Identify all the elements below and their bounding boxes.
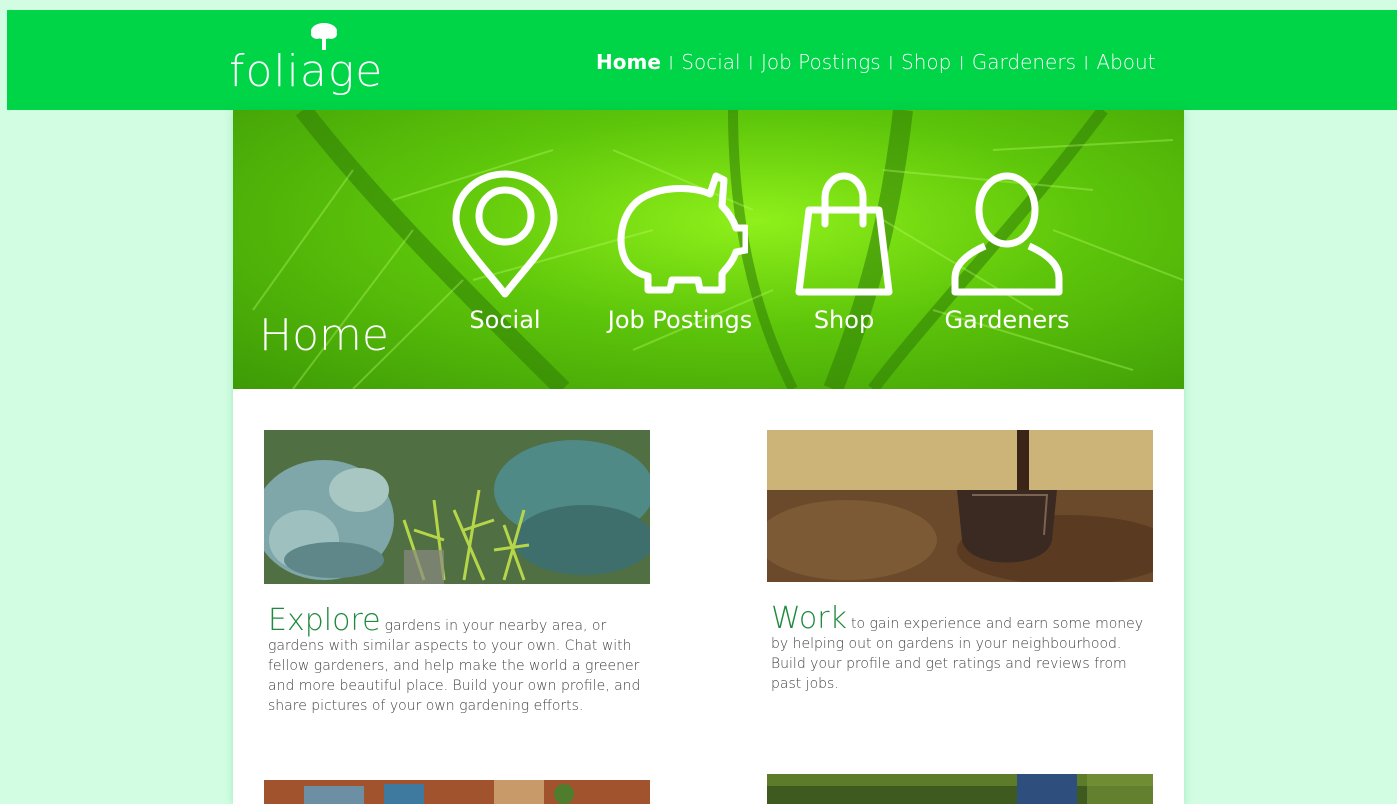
logo-text: foliage xyxy=(229,46,384,97)
nav-about[interactable]: About xyxy=(1096,50,1155,74)
nav-job-postings[interactable]: Job Postings xyxy=(761,50,881,74)
hero-banner: Home Social Job Postings Shop Gardeners xyxy=(233,110,1184,389)
main-nav: Home | Social | Job Postings | Shop | Ga… xyxy=(596,50,1156,74)
shop-preview-image xyxy=(264,780,650,804)
nav-separator: | xyxy=(1084,54,1089,70)
person-icon xyxy=(951,172,1063,296)
hero-label: Shop xyxy=(813,306,875,334)
hero-link-shop[interactable]: Shop xyxy=(769,170,919,334)
hero-label: Social xyxy=(469,306,541,334)
work-card-text: Work to gain experience and earn some mon… xyxy=(771,604,1151,694)
nav-separator: | xyxy=(888,54,894,70)
nav-home[interactable]: Home xyxy=(596,50,661,74)
nav-shop[interactable]: Shop xyxy=(901,50,951,74)
logo[interactable]: foliage xyxy=(229,22,383,98)
succulents-image xyxy=(264,430,650,584)
nav-social[interactable]: Social xyxy=(681,50,740,74)
main-content: Home Social Job Postings Shop Gardeners … xyxy=(233,110,1184,804)
shopping-bag-icon xyxy=(795,172,893,296)
hero-title: Home xyxy=(259,310,389,361)
hero-label: Gardeners xyxy=(944,306,1070,334)
hero-label: Job Postings xyxy=(607,306,753,334)
nav-separator: | xyxy=(668,54,674,70)
nav-gardeners[interactable]: Gardeners xyxy=(972,50,1076,74)
nav-separator: | xyxy=(959,54,964,70)
hero-link-job-postings[interactable]: Job Postings xyxy=(605,170,755,334)
hero-link-social[interactable]: Social xyxy=(430,170,580,334)
explore-card-text: Explore gardens in your nearby area, or g… xyxy=(268,606,648,716)
explore-heading: Explore xyxy=(268,603,381,638)
tree-icon xyxy=(311,23,337,50)
piggy-bank-icon xyxy=(617,172,748,294)
gardener-preview-image xyxy=(767,774,1153,804)
work-heading: Work xyxy=(771,601,847,636)
map-pin-icon xyxy=(452,170,558,298)
nav-separator: | xyxy=(748,54,753,70)
hero-link-gardeners[interactable]: Gardeners xyxy=(932,170,1082,334)
shovel-image xyxy=(767,430,1153,582)
